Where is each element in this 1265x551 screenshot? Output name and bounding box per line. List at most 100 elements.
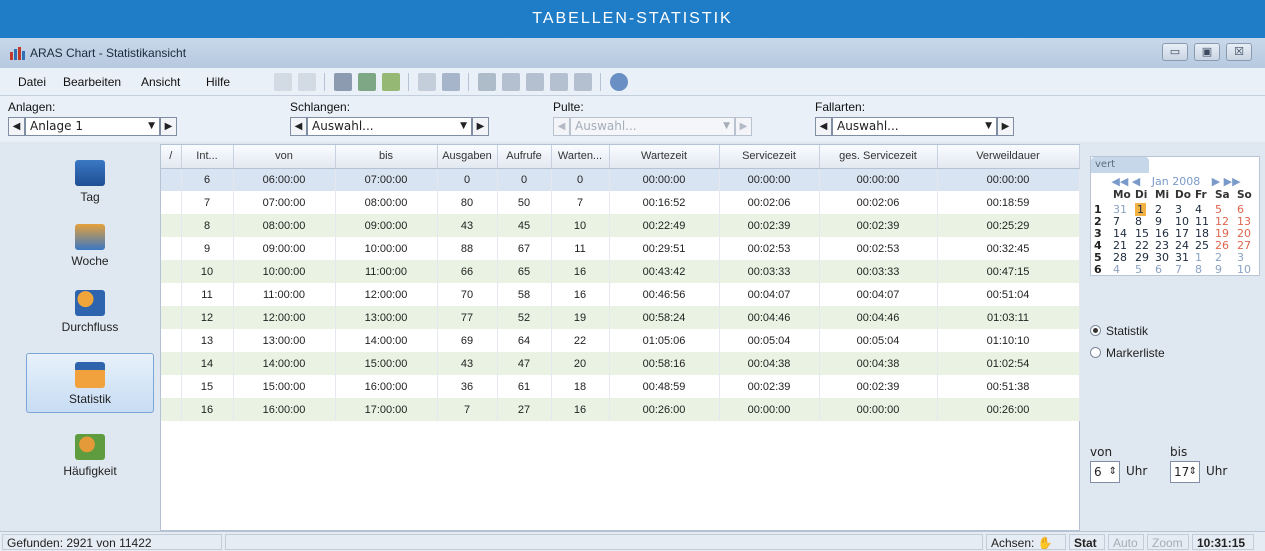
pulte-select[interactable]: Auswahl... ▼: [570, 117, 735, 136]
calendar-day[interactable]: 8: [1195, 263, 1202, 276]
table-cell: 00:47:15: [937, 260, 1080, 283]
calendar-day[interactable]: 5: [1135, 263, 1142, 276]
table-cell: 47: [497, 352, 552, 375]
column-header-verweildauer[interactable]: Verweildauer: [937, 145, 1080, 169]
calendar-day[interactable]: 10: [1237, 263, 1251, 276]
table-row[interactable]: 9 09:00:00 10:00:00 88 67 11 00:29:51 00:02:53 0…: [161, 237, 1080, 260]
schlangen-next-button[interactable]: ▶: [472, 117, 489, 136]
column-header-ausgaben[interactable]: Ausgaben: [437, 145, 498, 169]
radio-markerliste[interactable]: Markerliste: [1090, 346, 1165, 360]
calendar-day[interactable]: 6: [1155, 263, 1162, 276]
schlangen-prev-button[interactable]: ◀: [290, 117, 307, 136]
time-range: von bis 6 ⇕ 17 ⇕ Uhr Uhr: [1090, 445, 1265, 489]
achsen-text: Achsen:: [991, 536, 1035, 550]
close-button[interactable]: ☒: [1226, 43, 1252, 61]
spinner-icon[interactable]: ⇕: [1109, 462, 1117, 482]
filter-icon[interactable]: [502, 73, 520, 91]
table-row[interactable]: 12 12:00:00 13:00:00 77 52 19 00:58:24 00:04:46…: [161, 306, 1080, 329]
table-row[interactable]: 15 15:00:00 16:00:00 36 61 18 00:48:59 00:02:39…: [161, 375, 1080, 398]
column-header-ges-servicezeit[interactable]: ges. Servicezeit: [819, 145, 938, 169]
calendar-tab[interactable]: vert: [1091, 157, 1149, 173]
table-row[interactable]: 13 13:00:00 14:00:00 69 64 22 01:05:06 00:05:04…: [161, 329, 1080, 352]
anlagen-next-button[interactable]: ▶: [160, 117, 177, 136]
calendar-day[interactable]: 9: [1215, 263, 1222, 276]
calendar-prev-icon[interactable]: ◀◀ ◀: [1111, 175, 1140, 188]
stat-toggle[interactable]: Stat: [1069, 534, 1105, 550]
chart-tool-icon[interactable]: [478, 73, 496, 91]
calendar-nav: ◀◀ ◀ Jan 2008 ▶ ▶▶: [1091, 175, 1261, 188]
pulte-next-button[interactable]: ▶: [735, 117, 752, 136]
nav-item-haeufigkeit[interactable]: Häufigkeit: [26, 428, 154, 484]
copy-icon[interactable]: [298, 73, 316, 91]
table-cell: 00:04:38: [819, 352, 938, 375]
table-cell: 11: [551, 237, 610, 260]
table-row[interactable]: 10 10:00:00 11:00:00 66 65 16 00:43:42 00:03:33…: [161, 260, 1080, 283]
anlagen-select[interactable]: Anlage 1 ▼: [25, 117, 160, 136]
column-header-wartezeit[interactable]: Wartezeit: [609, 145, 720, 169]
help-icon[interactable]: [610, 73, 628, 91]
table-cell: 0: [497, 168, 552, 191]
calendar-next-icon[interactable]: ▶ ▶▶: [1212, 175, 1241, 188]
fallarten-value: Auswahl...: [837, 119, 899, 133]
refresh-icon[interactable]: [382, 73, 400, 91]
nav-item-tag[interactable]: Tag: [26, 160, 154, 210]
timer-icon[interactable]: [550, 73, 568, 91]
maximize-button[interactable]: ▣: [1194, 43, 1220, 61]
minimize-button[interactable]: ▭: [1162, 43, 1188, 61]
table-cell: 8: [181, 214, 234, 237]
von-time-input[interactable]: 6 ⇕: [1090, 461, 1120, 483]
nav-item-statistik[interactable]: Statistik: [26, 353, 154, 413]
table-row[interactable]: 14 14:00:00 15:00:00 43 47 20 00:58:16 00:04:38…: [161, 352, 1080, 375]
column-header-intervall[interactable]: Int...: [181, 145, 234, 169]
table-cell: 15:00:00: [233, 375, 336, 398]
column-header-sort[interactable]: /: [161, 145, 182, 169]
table-cell: 43: [437, 352, 498, 375]
calendar-day[interactable]: 4: [1113, 263, 1120, 276]
table-cell: 00:18:59: [937, 191, 1080, 214]
menu-hilfe[interactable]: Hilfe: [206, 75, 230, 89]
zoom-toggle[interactable]: Zoom: [1147, 534, 1189, 550]
cut-icon[interactable]: [274, 73, 292, 91]
wand-icon[interactable]: [574, 73, 592, 91]
table-row[interactable]: 16 16:00:00 17:00:00 7 27 16 00:26:00 00:00:00 0…: [161, 398, 1080, 421]
auto-toggle[interactable]: Auto: [1108, 534, 1144, 550]
nav-label-tag: Tag: [80, 190, 100, 204]
table-cell: 18: [551, 375, 610, 398]
nav-item-woche[interactable]: Woche: [26, 224, 154, 274]
calendar-day[interactable]: 7: [1175, 263, 1182, 276]
column-header-servicezeit[interactable]: Servicezeit: [719, 145, 820, 169]
bis-time-input[interactable]: 17 ⇕: [1170, 461, 1200, 483]
table-cell: 16:00:00: [335, 375, 438, 398]
table-cell: 88: [437, 237, 498, 260]
menu-bearbeiten[interactable]: Bearbeiten: [63, 75, 121, 89]
table-row[interactable]: 8 08:00:00 09:00:00 43 45 10 00:22:49 00:02:39 0…: [161, 214, 1080, 237]
anlagen-prev-button[interactable]: ◀: [8, 117, 25, 136]
menu-ansicht[interactable]: Ansicht: [141, 75, 180, 89]
table-row[interactable]: 6 06:00:00 07:00:00 0 0 0 00:00:00 00:00:00 00:0…: [161, 168, 1080, 191]
fallarten-prev-button[interactable]: ◀: [815, 117, 832, 136]
print-preview-icon[interactable]: [334, 73, 352, 91]
pulte-value: Auswahl...: [575, 119, 637, 133]
spinner-icon[interactable]: ⇕: [1189, 462, 1197, 482]
column-header-aufrufe[interactable]: Aufrufe: [497, 145, 552, 169]
window-title: ARAS Chart - Statistikansicht: [30, 46, 187, 60]
table-row[interactable]: 7 07:00:00 08:00:00 80 50 7 00:16:52 00:02:06 00…: [161, 191, 1080, 214]
radio-statistik[interactable]: Statistik: [1090, 324, 1148, 338]
filter-bar: Anlagen: ◀ Anlage 1 ▼ ▶ Schlangen: ◀ Aus…: [0, 96, 1265, 142]
settings-icon[interactable]: [526, 73, 544, 91]
table-row[interactable]: 11 11:00:00 12:00:00 70 58 16 00:46:56 00:04:07…: [161, 283, 1080, 306]
pulte-prev-button[interactable]: ◀: [553, 117, 570, 136]
fallarten-next-button[interactable]: ▶: [997, 117, 1014, 136]
table-cell: 00:26:00: [609, 398, 720, 421]
table-cell: 00:02:06: [819, 191, 938, 214]
monitor-icon[interactable]: [442, 73, 460, 91]
menu-datei[interactable]: Datei: [18, 75, 46, 89]
schlangen-select[interactable]: Auswahl... ▼: [307, 117, 472, 136]
page-icon[interactable]: [418, 73, 436, 91]
column-header-von[interactable]: von: [233, 145, 336, 169]
nav-item-durchfluss[interactable]: Durchfluss: [26, 290, 154, 342]
fallarten-select[interactable]: Auswahl... ▼: [832, 117, 997, 136]
column-header-wartende[interactable]: Warten...: [551, 145, 610, 169]
export-icon[interactable]: [358, 73, 376, 91]
column-header-bis[interactable]: bis: [335, 145, 438, 169]
